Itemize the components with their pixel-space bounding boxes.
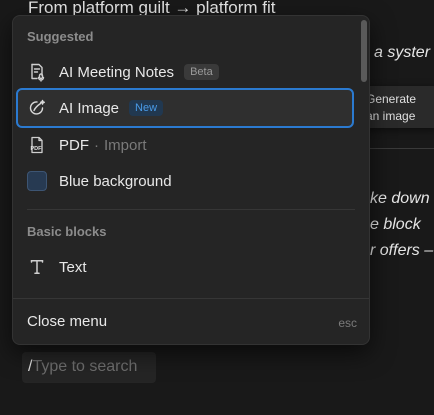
section-label-basic-blocks: Basic blocks xyxy=(27,224,107,239)
document-divider xyxy=(370,148,434,149)
menu-item-label: AI Meeting Notes xyxy=(59,63,175,81)
document-line: ke down xyxy=(370,190,430,207)
close-menu-row[interactable]: Close menu esc xyxy=(13,298,369,344)
slash-command-menu: Suggested AI Meeting Notes Beta AI Image… xyxy=(12,15,370,345)
menu-item-text[interactable]: Text xyxy=(17,249,353,285)
document-line: e block xyxy=(370,216,421,233)
search-placeholder: Type to search xyxy=(32,358,138,375)
beta-badge: Beta xyxy=(184,64,219,80)
menu-item-ai-image[interactable]: AI Image New xyxy=(16,88,354,128)
scrollbar-thumb[interactable] xyxy=(361,20,367,82)
text-icon xyxy=(27,257,47,277)
separator-dot: · xyxy=(94,136,99,154)
menu-item-subtext: Import xyxy=(104,136,147,154)
menu-item-label: Text xyxy=(59,258,87,276)
menu-item-ai-meeting-notes[interactable]: AI Meeting Notes Beta xyxy=(17,54,353,90)
document-line: a syster xyxy=(374,44,431,61)
new-badge: New xyxy=(129,100,164,116)
blue-swatch-icon xyxy=(27,171,47,191)
section-label-suggested: Suggested xyxy=(27,29,94,44)
document-line: r offers – xyxy=(370,242,434,259)
menu-scrollbar[interactable] xyxy=(358,16,369,298)
menu-item-blue-background[interactable]: Blue background xyxy=(17,163,353,199)
menu-item-pdf[interactable]: PDF PDF · Import xyxy=(17,127,353,163)
ai-image-icon xyxy=(27,98,47,118)
esc-shortcut-hint: esc xyxy=(338,316,357,330)
menu-item-label: PDF xyxy=(59,136,89,154)
svg-text:PDF: PDF xyxy=(31,146,43,152)
menu-item-label: Blue background xyxy=(59,172,172,190)
slash-search-input[interactable]: /Type to search xyxy=(22,352,156,383)
pdf-icon: PDF xyxy=(27,135,47,155)
menu-divider xyxy=(27,209,355,210)
menu-item-label: AI Image xyxy=(59,99,120,117)
meeting-notes-icon xyxy=(27,62,47,82)
close-menu-label: Close menu xyxy=(27,313,108,330)
